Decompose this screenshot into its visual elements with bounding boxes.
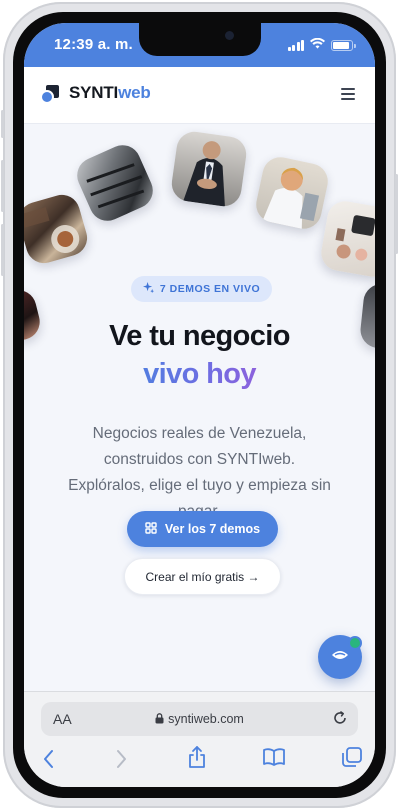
demo-tile-clinic[interactable] bbox=[252, 153, 332, 233]
brand-name: SYNTIweb bbox=[69, 83, 151, 103]
forward-icon[interactable] bbox=[114, 748, 128, 775]
lock-icon bbox=[155, 713, 164, 727]
hero-title-line1: Ve tu negocio bbox=[109, 320, 290, 352]
mute-switch bbox=[1, 110, 4, 138]
demo-tile-restaurant[interactable] bbox=[24, 190, 92, 268]
create-free-button[interactable]: Crear el mío gratis → bbox=[124, 558, 281, 595]
logo-mark bbox=[40, 84, 59, 104]
power-button bbox=[395, 174, 398, 254]
hero-section: 7 DEMOS EN VIVO Ve tu negocio vivo hoy N… bbox=[24, 124, 375, 644]
volume-down-button bbox=[1, 224, 4, 276]
volume-up-button bbox=[1, 160, 4, 212]
screen: 12:39 a. m. SYNTIweb 7 DEMOS EN VIVO Ve … bbox=[24, 23, 375, 787]
demo-tile-business[interactable] bbox=[169, 129, 249, 209]
url-text: syntiweb.com bbox=[168, 712, 244, 726]
status-bar: 12:39 a. m. bbox=[24, 23, 375, 67]
logo[interactable]: SYNTIweb bbox=[40, 83, 151, 104]
phone-bezel: 12:39 a. m. SYNTIweb 7 DEMOS EN VIVO Ve … bbox=[13, 12, 386, 798]
browser-toolbar: AA syntiweb.com bbox=[24, 691, 375, 787]
phone-frame: 12:39 a. m. SYNTIweb 7 DEMOS EN VIVO Ve … bbox=[1, 2, 398, 808]
share-icon[interactable] bbox=[187, 745, 207, 774]
view-demos-label: Ver los 7 demos bbox=[164, 522, 261, 536]
sparkles-icon bbox=[142, 282, 154, 296]
bookmarks-icon[interactable] bbox=[262, 747, 286, 772]
wifi-icon bbox=[310, 36, 325, 54]
badge-label: 7 DEMOS EN VIVO bbox=[159, 283, 261, 295]
tabs-icon[interactable] bbox=[341, 746, 363, 773]
chat-icon bbox=[331, 648, 349, 666]
reload-icon[interactable] bbox=[332, 710, 348, 731]
hero-title-line2: vivo hoy bbox=[134, 358, 265, 391]
grid-icon bbox=[145, 521, 157, 537]
back-icon[interactable] bbox=[42, 748, 56, 775]
site-header: SYNTIweb bbox=[24, 67, 375, 124]
address-bar[interactable]: AA syntiweb.com bbox=[41, 702, 358, 736]
menu-icon[interactable] bbox=[341, 88, 355, 103]
brand-suffix: web bbox=[118, 83, 151, 102]
url-display[interactable]: syntiweb.com bbox=[41, 712, 358, 727]
battery-icon bbox=[331, 39, 356, 51]
notch bbox=[139, 23, 261, 56]
online-indicator bbox=[348, 636, 362, 650]
live-demos-badge: 7 DEMOS EN VIVO bbox=[131, 276, 272, 302]
signal-icon bbox=[287, 39, 304, 51]
hero-subtitle: Negocios reales de Venezuela, construido… bbox=[68, 425, 331, 520]
demo-tile-gym[interactable] bbox=[71, 139, 159, 227]
brand-prefix: SYNTI bbox=[69, 83, 119, 102]
status-icons bbox=[287, 36, 356, 54]
demo-tile-beauty[interactable] bbox=[318, 198, 375, 280]
status-time: 12:39 a. m. bbox=[54, 36, 133, 53]
chat-fab-button[interactable] bbox=[318, 635, 362, 679]
view-demos-button[interactable]: Ver los 7 demos bbox=[127, 511, 278, 547]
